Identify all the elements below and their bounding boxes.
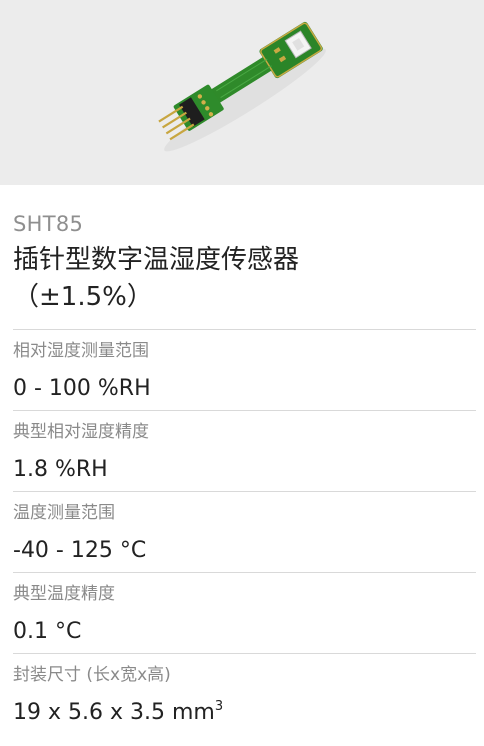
spec-value: 19 x 5.6 x 3.5 mm3: [13, 699, 476, 727]
spec-value: 1.8 %RH: [13, 457, 108, 482]
product-title-line2: （±1.5%）: [13, 282, 153, 312]
spec-label: 封装尺寸 (长x宽x高): [13, 665, 171, 685]
spec-list: 相对湿度测量范围 0 - 100 %RH 典型相对湿度精度 1.8 %RH 温度…: [13, 329, 476, 734]
product-title-line1: 插针型数字温湿度传感器: [13, 245, 300, 275]
spec-row-temperature-range: 温度测量范围 -40 - 125 °C: [13, 491, 476, 572]
spec-value-superscript: 3: [214, 699, 224, 714]
product-details: SHT85 插针型数字温湿度传感器 （±1.5%） 相对湿度测量范围 0 - 1…: [0, 211, 484, 734]
spec-value: -40 - 125 °C: [13, 538, 147, 563]
spec-row-temperature-accuracy: 典型温度精度 0.1 °C: [13, 572, 476, 653]
spec-label: 典型相对湿度精度: [13, 422, 149, 442]
product-title: 插针型数字温湿度传感器 （±1.5%）: [13, 242, 476, 316]
spec-row-humidity-range: 相对湿度测量范围 0 - 100 %RH: [13, 329, 476, 410]
spec-value: 0 - 100 %RH: [13, 376, 151, 401]
sensor-module-illustration: [158, 21, 326, 152]
spec-value-text: 19 x 5.6 x 3.5 mm: [13, 700, 215, 725]
product-model: SHT85: [13, 212, 84, 236]
product-image: [0, 0, 484, 185]
spec-row-package-size: 封装尺寸 (长x宽x高) 19 x 5.6 x 3.5 mm3: [13, 653, 476, 734]
spec-label: 温度测量范围: [13, 503, 115, 523]
spec-row-humidity-accuracy: 典型相对湿度精度 1.8 %RH: [13, 410, 476, 491]
spec-label: 典型温度精度: [13, 584, 115, 604]
spec-label: 相对湿度测量范围: [13, 341, 149, 361]
spec-value: 0.1 °C: [13, 619, 82, 644]
